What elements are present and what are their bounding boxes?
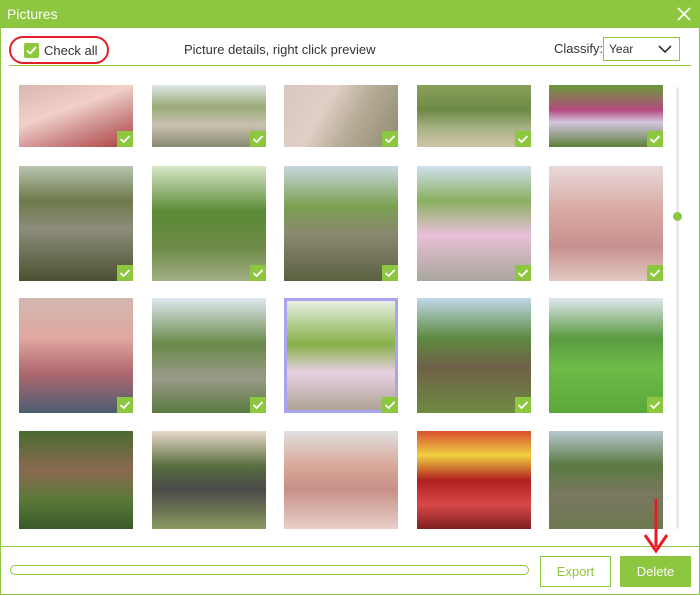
photo-checkbox[interactable] xyxy=(117,265,133,281)
photo-thumbnail[interactable] xyxy=(19,431,133,529)
photo-checkbox[interactable] xyxy=(647,131,663,147)
checkmark-icon xyxy=(649,401,661,410)
scroll-thumb[interactable] xyxy=(673,212,682,221)
vertical-scrollbar[interactable] xyxy=(671,87,685,529)
checkmark-icon xyxy=(119,269,131,278)
checkmark-icon xyxy=(384,269,396,278)
photo-thumbnail[interactable] xyxy=(417,85,531,147)
picture-details-hint: Picture details, right click preview xyxy=(184,42,376,57)
window-title: Pictures xyxy=(7,6,58,22)
photo-checkbox[interactable] xyxy=(250,131,266,147)
photo-checkbox[interactable] xyxy=(250,397,266,413)
photo-checkbox[interactable] xyxy=(382,397,398,413)
photo-thumbnail[interactable] xyxy=(549,298,663,413)
scroll-track xyxy=(676,87,679,529)
photo-checkbox[interactable] xyxy=(647,397,663,413)
photo-thumbnail[interactable] xyxy=(152,166,266,281)
checkmark-icon xyxy=(252,401,264,410)
photo-thumbnail[interactable] xyxy=(152,85,266,147)
checkmark-icon xyxy=(252,269,264,278)
photo-thumbnail[interactable] xyxy=(417,298,531,413)
close-icon[interactable] xyxy=(675,5,693,23)
red-arrow-icon xyxy=(643,499,669,554)
photo-checkbox[interactable] xyxy=(515,131,531,147)
photo-thumbnail[interactable] xyxy=(284,431,398,529)
photo-checkbox[interactable] xyxy=(250,265,266,281)
checkmark-icon xyxy=(384,401,396,410)
photo-thumbnail[interactable] xyxy=(549,166,663,281)
photo-thumbnail[interactable] xyxy=(152,298,266,413)
toolbar: Check all Picture details, right click p… xyxy=(9,35,691,66)
photo-thumbnail[interactable] xyxy=(417,166,531,281)
photo-checkbox[interactable] xyxy=(382,131,398,147)
photo-checkbox[interactable] xyxy=(515,265,531,281)
checkmark-icon xyxy=(649,135,661,144)
photo-thumbnail[interactable] xyxy=(284,85,398,147)
title-bar: Pictures xyxy=(1,1,699,28)
checkmark-icon xyxy=(649,269,661,278)
photo-thumbnail[interactable] xyxy=(19,298,133,413)
check-all-checkbox[interactable] xyxy=(24,43,39,58)
checkmark-icon xyxy=(252,135,264,144)
photo-thumbnail[interactable] xyxy=(284,298,398,413)
checkmark-icon xyxy=(26,46,37,55)
checkmark-icon xyxy=(384,135,396,144)
photo-checkbox[interactable] xyxy=(647,265,663,281)
checkmark-icon xyxy=(517,401,529,410)
photo-checkbox[interactable] xyxy=(515,397,531,413)
checkmark-icon xyxy=(119,135,131,144)
photo-grid xyxy=(19,85,669,529)
check-all-toggle[interactable]: Check all xyxy=(9,36,109,64)
photo-thumbnail[interactable] xyxy=(549,85,663,147)
photo-checkbox[interactable] xyxy=(117,397,133,413)
checkmark-icon xyxy=(517,269,529,278)
chevron-down-icon xyxy=(658,45,672,54)
photo-thumbnail[interactable] xyxy=(152,431,266,529)
progress-bar xyxy=(10,565,529,575)
check-all-label: Check all xyxy=(44,43,98,58)
classify-select[interactable]: Year xyxy=(603,37,680,61)
export-button[interactable]: Export xyxy=(540,556,611,587)
photo-thumbnail[interactable] xyxy=(19,85,133,147)
photo-thumbnail[interactable] xyxy=(417,431,531,529)
pictures-dialog: Pictures Check all Picture details, righ… xyxy=(0,0,700,595)
photo-checkbox[interactable] xyxy=(117,131,133,147)
photo-thumbnail[interactable] xyxy=(284,166,398,281)
delete-button[interactable]: Delete xyxy=(620,556,691,587)
footer-divider xyxy=(1,546,699,547)
checkmark-icon xyxy=(517,135,529,144)
classify-label: Classify: xyxy=(554,41,604,56)
classify-value: Year xyxy=(609,42,634,56)
checkmark-icon xyxy=(119,401,131,410)
photo-checkbox[interactable] xyxy=(382,265,398,281)
photo-thumbnail[interactable] xyxy=(19,166,133,281)
